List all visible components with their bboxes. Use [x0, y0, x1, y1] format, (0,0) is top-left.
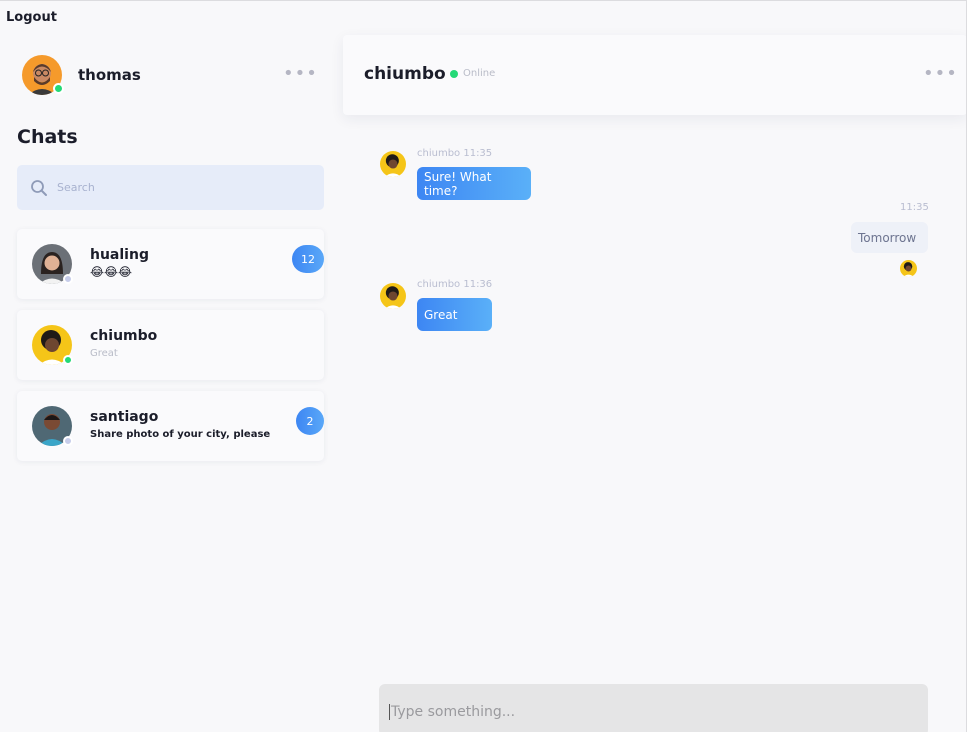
chat-name: chiumbo — [90, 328, 158, 344]
app-window: Logout thomas ••• Chats Search hualing 😂… — [0, 0, 967, 732]
user-menu-icon[interactable]: ••• — [283, 65, 318, 83]
message-bubble-incoming: Sure! What time? — [417, 167, 531, 200]
status-dot — [63, 355, 73, 365]
chat-avatar — [32, 406, 73, 446]
conversation-menu-icon[interactable]: ••• — [923, 65, 958, 83]
message-input[interactable] — [389, 704, 909, 720]
message-meta: chiumbo 11:36 — [417, 279, 493, 290]
online-status-dot — [450, 70, 458, 78]
online-status-dot — [53, 83, 64, 94]
chat-item-santiago[interactable]: santiago Share photo of your city, pleas… — [17, 391, 324, 461]
message-bubble-outgoing: Tomorrow — [851, 222, 928, 253]
chat-preview: Share photo of your city, please — [90, 429, 271, 440]
message-meta: 11:35 — [900, 202, 929, 213]
read-receipt-avatar — [900, 260, 917, 277]
current-user-name: thomas — [78, 66, 141, 84]
message-bubble-incoming: Great — [417, 298, 492, 331]
chat-name: santiago — [90, 409, 159, 425]
current-user-avatar[interactable] — [22, 55, 64, 95]
chats-heading: Chats — [17, 126, 78, 148]
chat-name: hualing — [90, 247, 149, 263]
search-box — [17, 165, 324, 210]
unread-badge: 2 — [296, 407, 324, 435]
status-dot — [63, 274, 73, 284]
chat-preview: 😂😂😂 — [90, 265, 133, 279]
chat-preview: Great — [90, 348, 118, 359]
contact-name: chiumbo — [364, 64, 446, 84]
status-dot — [63, 436, 73, 446]
conversation-header: chiumbo Online ••• — [343, 35, 966, 115]
message-composer — [379, 684, 928, 732]
contact-status: Online — [463, 68, 496, 79]
current-user: thomas — [22, 55, 141, 95]
search-input[interactable] — [57, 181, 297, 194]
chat-item-hualing[interactable]: hualing 😂😂😂 12 — [17, 229, 324, 299]
search-icon — [31, 179, 47, 196]
sender-avatar — [380, 151, 406, 177]
sender-avatar — [380, 283, 406, 309]
unread-badge: 12 — [292, 245, 324, 273]
chat-item-chiumbo[interactable]: chiumbo Great — [17, 310, 324, 380]
chat-avatar — [32, 244, 73, 284]
chat-avatar — [32, 325, 73, 365]
logout-button[interactable]: Logout — [6, 10, 57, 25]
message-meta: chiumbo 11:35 — [417, 148, 493, 159]
